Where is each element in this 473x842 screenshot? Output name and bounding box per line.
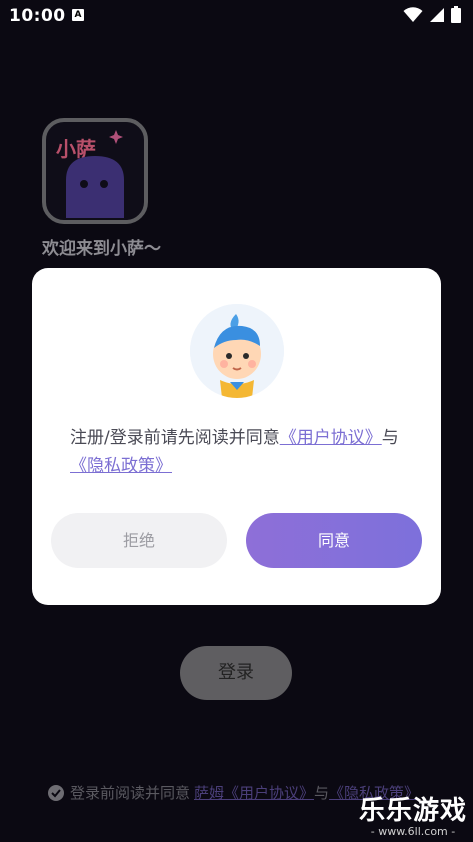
app-logo: 小萨	[42, 118, 148, 224]
bottom-agree-connector: 与	[314, 784, 330, 802]
dialog-message: 注册/登录前请先阅读并同意《用户协议》与《隐私政策》	[70, 424, 400, 480]
status-bar: 10:00 A	[0, 0, 473, 34]
bottom-user-agreement-link[interactable]: 萨姆《用户协议》	[194, 782, 314, 803]
bottom-agree-prefix: 登录前阅读并同意	[70, 784, 191, 802]
watermark-url: - www.6ll.com -	[370, 825, 456, 838]
reject-button[interactable]: 拒绝	[51, 513, 227, 568]
wifi-icon	[403, 6, 423, 22]
agree-button[interactable]: 同意	[246, 513, 422, 568]
privacy-dialog: 注册/登录前请先阅读并同意《用户协议》与《隐私政策》 拒绝 同意	[32, 268, 441, 605]
welcome-text: 欢迎来到小萨～	[42, 239, 161, 259]
user-agreement-link[interactable]: 《用户协议》	[280, 428, 382, 448]
login-button[interactable]: 登录	[180, 646, 292, 700]
privacy-policy-link[interactable]: 《隐私政策》	[70, 456, 172, 476]
ghost-mascot-icon: 小萨	[56, 130, 124, 218]
agree-check-icon[interactable]	[48, 784, 64, 801]
signal-icon	[430, 7, 444, 22]
status-icons	[403, 6, 461, 23]
dialog-text-prefix: 注册/登录前请先阅读并同意	[70, 428, 280, 448]
dialog-connector: 与	[381, 428, 399, 448]
watermark: 乐乐游戏 - www.6ll.com -	[359, 790, 467, 838]
watermark-title: 乐乐游戏	[358, 796, 467, 826]
status-time: 10:00	[9, 6, 66, 26]
sim-icon: A	[72, 9, 84, 21]
baby-mascot-icon	[190, 304, 284, 398]
battery-icon	[451, 6, 461, 23]
